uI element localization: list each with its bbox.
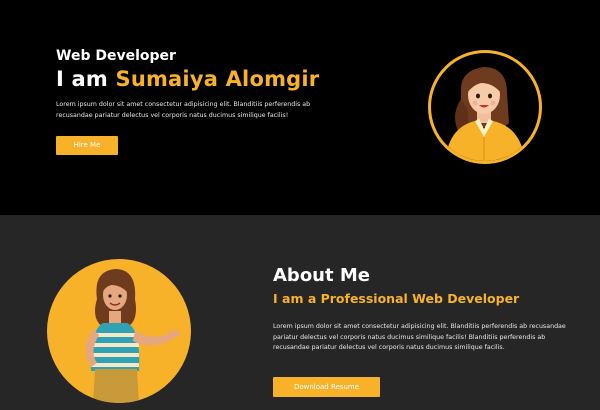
hero-role-label: Web Developer bbox=[56, 48, 176, 64]
about-subtitle: I am a Professional Web Developer bbox=[273, 291, 520, 306]
woman-presenting-icon bbox=[85, 269, 181, 403]
hire-me-button[interactable]: Hire Me bbox=[56, 136, 118, 155]
hero-name: Sumaiya Alomgir bbox=[115, 67, 320, 91]
download-resume-button[interactable]: Download Resume bbox=[273, 377, 380, 397]
hero-section: Web Developer I am Sumaiya Alomgir Lorem… bbox=[0, 0, 600, 215]
about-title: About Me bbox=[273, 265, 370, 286]
about-description: Lorem ipsum dolor sit amet consectetur a… bbox=[273, 323, 566, 351]
woman-avatar-icon bbox=[445, 67, 525, 161]
hero-avatar-image bbox=[428, 50, 542, 164]
hero-description: Lorem ipsum dolor sit amet consectetur a… bbox=[56, 101, 311, 119]
about-avatar-image bbox=[47, 259, 191, 403]
about-section: About Me I am a Professional Web Develop… bbox=[0, 215, 600, 410]
hero-heading: I am Sumaiya Alomgir bbox=[56, 67, 319, 91]
hero-greeting: I am bbox=[56, 67, 116, 91]
